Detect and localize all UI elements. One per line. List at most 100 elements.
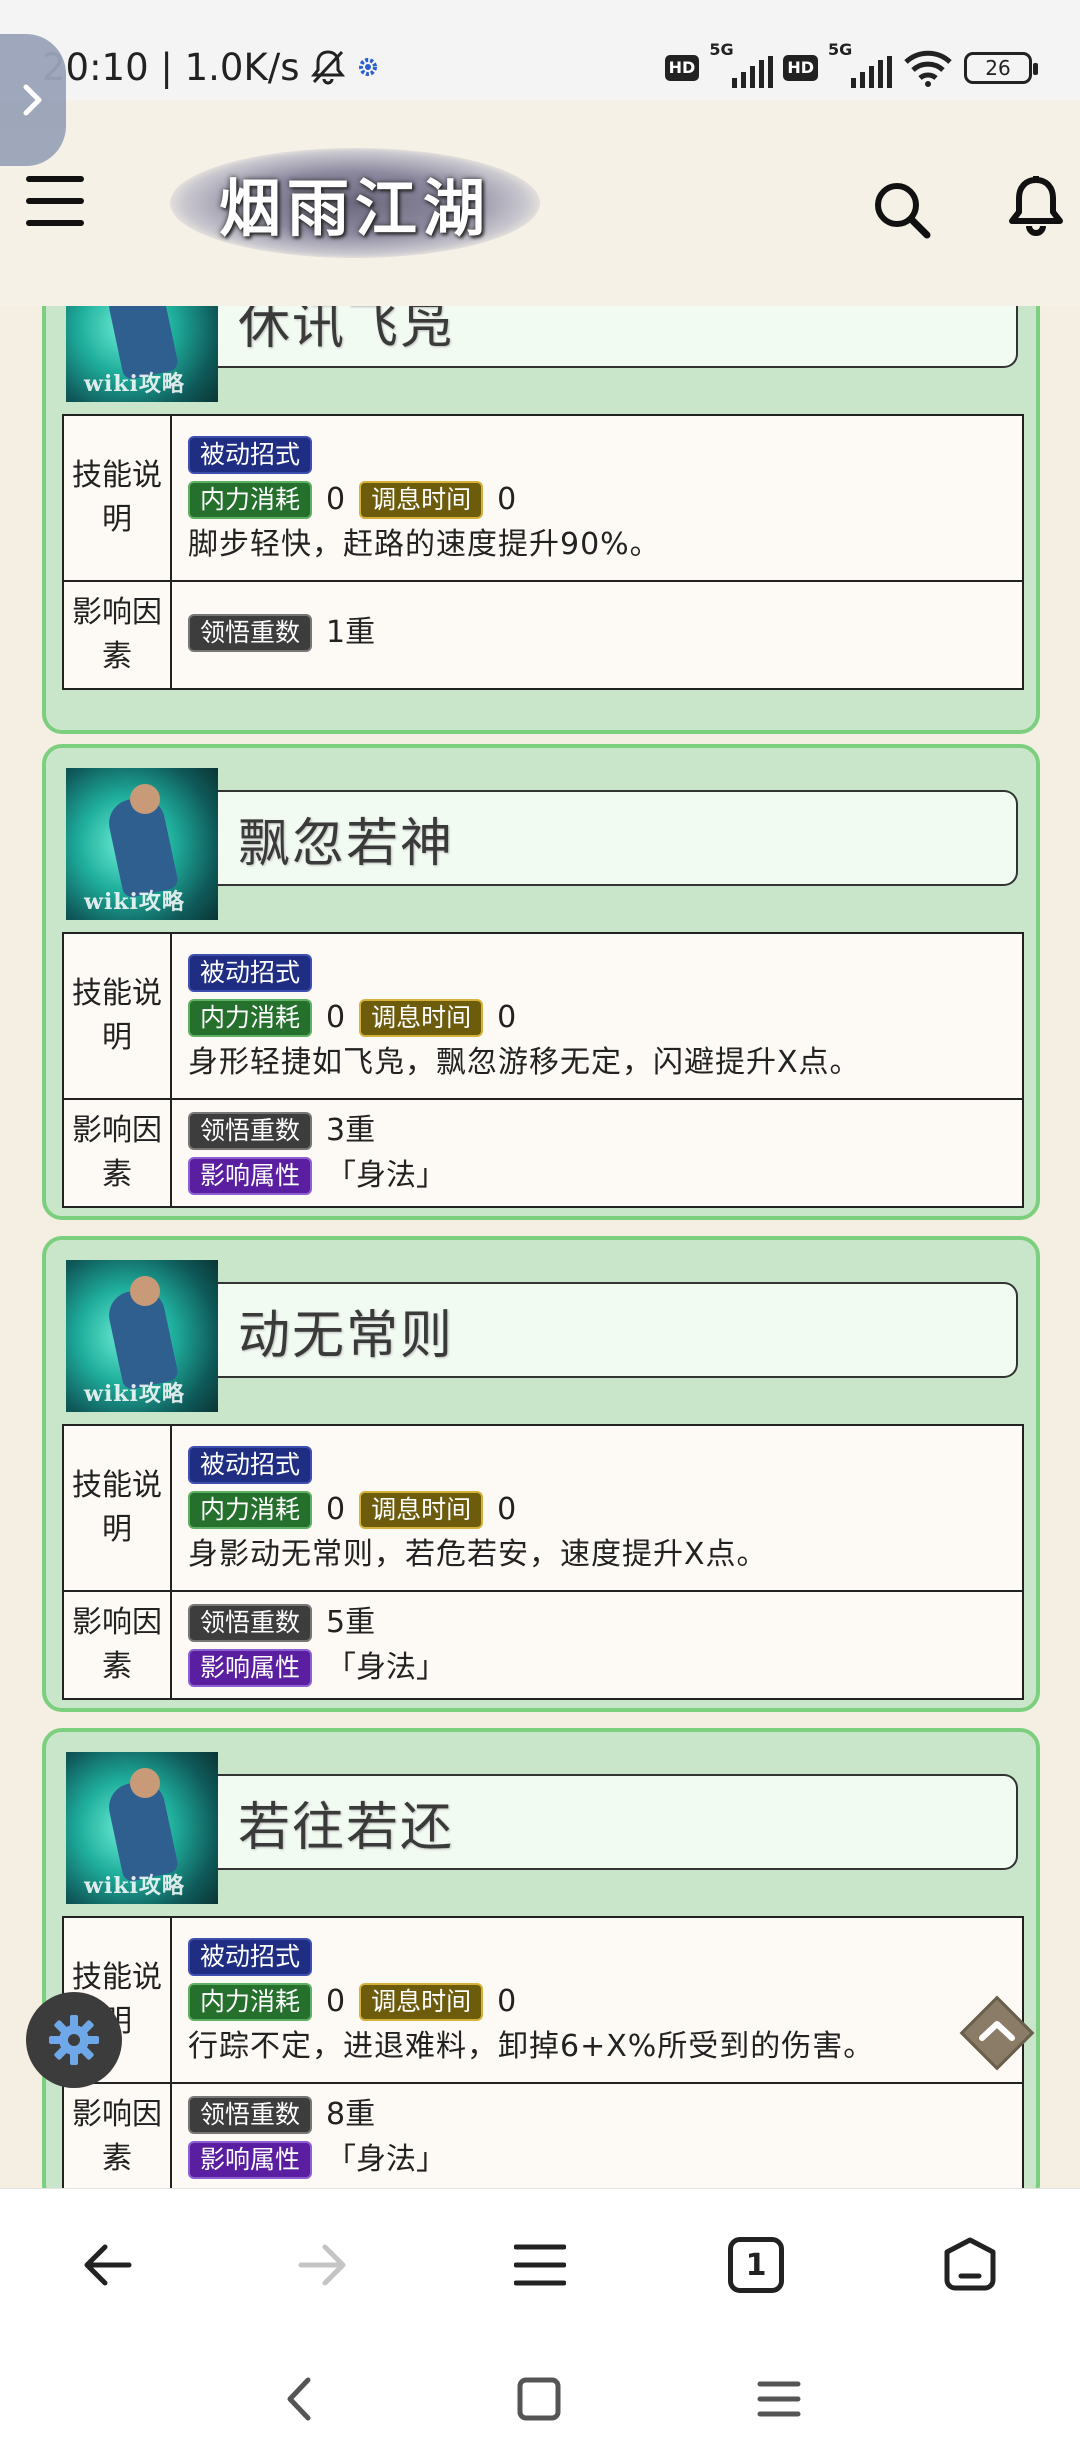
- mp-cost-value: 0: [326, 1000, 346, 1035]
- bell-icon[interactable]: [1006, 174, 1066, 240]
- skill-card: wiki攻略 休讯飞凫 技能说明 被动招式 内力消耗 0 调息时间 0 脚步轻快…: [42, 306, 1040, 734]
- site-header: 烟雨江湖: [0, 100, 1080, 306]
- attribute-value: 「身法」: [326, 1650, 447, 1685]
- skill-card: wiki攻略 动无常则 技能说明 被动招式 内力消耗 0 调息时间 0 身影动无…: [42, 1236, 1040, 1712]
- skill-thumbnail: wiki攻略: [66, 768, 218, 920]
- skill-thumbnail: wiki攻略: [66, 1752, 218, 1904]
- skill-card: wiki攻略 飘忽若神 技能说明 被动招式 内力消耗 0 调息时间 0 身形轻捷…: [42, 744, 1040, 1220]
- cooldown-tag: 调息时间: [359, 1490, 484, 1529]
- nav-recents-icon[interactable]: [754, 2374, 804, 2424]
- nav-home-icon[interactable]: [514, 2374, 564, 2424]
- status-bar: 20:10 | 1.0K/s HD 5G HD 5G 26: [0, 0, 1080, 100]
- hd-badge: HD: [664, 55, 700, 81]
- system-nav-bar: [0, 2338, 1080, 2460]
- comprehend-value: 8重: [326, 2097, 376, 2132]
- arrow-right-icon: [298, 2244, 346, 2286]
- skill-table: 技能说明 被动招式 内力消耗 0 调息时间 0 行踪不定，进退难料，卸掉6+X%…: [62, 1916, 1024, 2188]
- status-right: HD 5G HD 5G 26: [664, 40, 1038, 88]
- attribute-value: 「身法」: [326, 1158, 447, 1193]
- tabs-button[interactable]: 1: [724, 2233, 788, 2297]
- forward-button[interactable]: [290, 2233, 354, 2297]
- mp-cost-value: 0: [326, 1492, 346, 1527]
- comprehend-tag: 领悟重数: [188, 613, 313, 652]
- back-button[interactable]: [76, 2233, 140, 2297]
- chevron-right-icon: [23, 84, 42, 116]
- cooldown-tag: 调息时间: [359, 480, 484, 519]
- mp-cost-tag: 内力消耗: [188, 480, 313, 519]
- comprehend-value: 1重: [326, 615, 376, 650]
- skill-table: 技能说明 被动招式 内力消耗 0 调息时间 0 脚步轻快，赶路的速度提升90%。…: [62, 414, 1024, 690]
- skill-table: 技能说明 被动招式 内力消耗 0 调息时间 0 身形轻捷如飞凫，飘忽游移无定，闪…: [62, 932, 1024, 1208]
- skill-description: 身影动无常则，若危若安，速度提升X点。: [188, 1537, 768, 1572]
- battery-level: 26: [985, 56, 1011, 80]
- search-icon[interactable]: [872, 180, 932, 240]
- wifi-icon: [904, 50, 952, 87]
- skill-name: 若往若还: [218, 1774, 1018, 1870]
- scroll-to-top-button[interactable]: [954, 1990, 1040, 2076]
- factor-label: 影响因素: [64, 1100, 172, 1206]
- skill-name: 动无常则: [218, 1282, 1018, 1378]
- menu-icon[interactable]: [26, 176, 84, 226]
- mp-cost-tag: 内力消耗: [188, 998, 313, 1037]
- skill-name: 飘忽若神: [218, 790, 1018, 886]
- watermark: wiki攻略: [84, 371, 185, 397]
- cooldown-tag: 调息时间: [359, 1982, 484, 2021]
- mp-cost-value: 0: [326, 1984, 346, 2019]
- side-expand-tab[interactable]: [0, 34, 66, 166]
- browser-menu-button[interactable]: [508, 2233, 572, 2297]
- skill-description: 行踪不定，进退难料，卸掉6+X%所受到的伤害。: [188, 2029, 875, 2064]
- logo-text: 烟雨江湖: [218, 172, 491, 245]
- skill-description: 脚步轻快，赶路的速度提升90%。: [188, 527, 661, 562]
- passive-tag: 被动招式: [188, 435, 313, 474]
- watermark: wiki攻略: [84, 1873, 185, 1899]
- skill-desc-label: 技能说明: [64, 934, 172, 1098]
- tab-count: 1: [728, 2237, 784, 2293]
- passive-tag: 被动招式: [188, 1937, 313, 1976]
- attribute-value: 「身法」: [326, 2142, 447, 2177]
- factor-label: 影响因素: [64, 582, 172, 688]
- signal-icon: 5G: [709, 40, 774, 88]
- passive-tag: 被动招式: [188, 1445, 313, 1484]
- skill-desc-label: 技能说明: [64, 1426, 172, 1590]
- factor-label: 影响因素: [64, 2084, 172, 2188]
- mp-cost-tag: 内力消耗: [188, 1490, 313, 1529]
- cooldown-value: 0: [497, 482, 517, 517]
- status-left: 20:10 | 1.0K/s: [42, 42, 379, 92]
- cooldown-tag: 调息时间: [359, 998, 484, 1037]
- skill-thumbnail: wiki攻略: [66, 1260, 218, 1412]
- skill-thumbnail: wiki攻略: [66, 306, 218, 402]
- cooldown-value: 0: [497, 1984, 517, 2019]
- comprehend-tag: 领悟重数: [188, 1111, 313, 1150]
- nav-back-icon[interactable]: [276, 2374, 326, 2424]
- cooldown-value: 0: [497, 1000, 517, 1035]
- mp-cost-tag: 内力消耗: [188, 1982, 313, 2021]
- gear-small-icon: [359, 58, 378, 76]
- network-type: 5G: [828, 40, 853, 59]
- comprehend-tag: 领悟重数: [188, 2095, 313, 2134]
- comprehend-tag: 领悟重数: [188, 1603, 313, 1642]
- gear-icon: [49, 2015, 99, 2065]
- attribute-tag: 影响属性: [188, 1648, 313, 1687]
- network-type: 5G: [709, 40, 734, 59]
- factor-label: 影响因素: [64, 1592, 172, 1698]
- site-logo[interactable]: 烟雨江湖: [170, 148, 540, 258]
- passive-tag: 被动招式: [188, 953, 313, 992]
- skill-card: wiki攻略 若往若还 技能说明 被动招式 内力消耗 0 调息时间 0 行踪不定…: [42, 1728, 1040, 2188]
- skill-description: 身形轻捷如飞凫，飘忽游移无定，闪避提升X点。: [188, 1045, 861, 1080]
- home-icon: [944, 2237, 996, 2291]
- hd-badge: HD: [783, 55, 818, 81]
- skills-content: wiki攻略 休讯飞凫 技能说明 被动招式 内力消耗 0 调息时间 0 脚步轻快…: [0, 306, 1080, 2188]
- settings-fab[interactable]: [26, 1992, 122, 2088]
- comprehend-value: 5重: [326, 1605, 376, 1640]
- skill-name: 休讯飞凫: [218, 306, 1018, 368]
- cooldown-value: 0: [497, 1492, 517, 1527]
- browser-toolbar: 1: [0, 2188, 1080, 2338]
- menu-lines-icon: [514, 2244, 566, 2286]
- attribute-tag: 影响属性: [188, 2140, 313, 2179]
- skill-table: 技能说明 被动招式 内力消耗 0 调息时间 0 身影动无常则，若危若安，速度提升…: [62, 1424, 1024, 1700]
- home-button[interactable]: [938, 2233, 1002, 2297]
- watermark: wiki攻略: [84, 1381, 185, 1407]
- comprehend-value: 3重: [326, 1113, 376, 1148]
- attribute-tag: 影响属性: [188, 1156, 313, 1195]
- battery-icon: 26: [964, 52, 1038, 84]
